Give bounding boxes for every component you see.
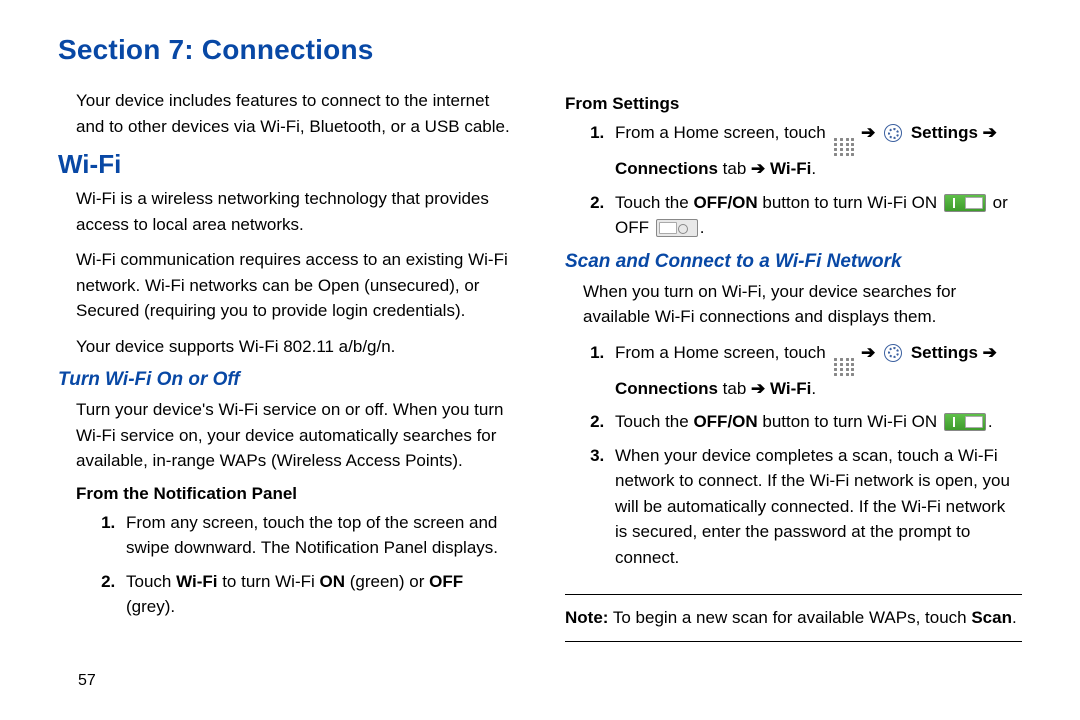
page-number: 57 — [78, 672, 96, 690]
gear-icon — [884, 124, 902, 142]
text: (green) or — [345, 572, 429, 591]
text: (grey). — [126, 597, 175, 616]
list-item: From any screen, touch the top of the sc… — [120, 510, 515, 561]
text: . — [811, 159, 816, 178]
scan-paragraph: When you turn on Wi-Fi, your device sear… — [565, 279, 1022, 330]
text: to turn Wi-Fi — [217, 572, 319, 591]
text: . — [811, 379, 816, 398]
from-notification-heading: From the Notification Panel — [58, 484, 515, 504]
text: button to turn Wi-Fi ON — [758, 193, 942, 212]
scan-steps: From a Home screen, touch ➔ Settings ➔ C… — [565, 340, 1022, 571]
wifi-heading: Wi-Fi — [58, 149, 515, 180]
scan-connect-heading: Scan and Connect to a Wi-Fi Network — [565, 251, 1022, 273]
turn-wifi-paragraph: Turn your device's Wi-Fi service on or o… — [58, 397, 515, 474]
text-bold: OFF/ON — [693, 193, 757, 212]
list-item: From a Home screen, touch ➔ Settings ➔ C… — [609, 120, 1022, 182]
toggle-off-icon — [656, 219, 698, 237]
text-bold: ON — [320, 572, 346, 591]
left-column: Your device includes features to connect… — [58, 88, 515, 642]
note-block: Note: To begin a new scan for available … — [565, 594, 1022, 642]
arrow-icon: ➔ — [856, 343, 880, 362]
apps-grid-icon — [834, 358, 854, 376]
text-bold: Scan — [971, 608, 1012, 627]
text: From a Home screen, touch — [615, 343, 830, 362]
list-item: Touch the OFF/ON button to turn Wi-Fi ON… — [609, 409, 1022, 435]
two-column-layout: Your device includes features to connect… — [58, 88, 1022, 642]
list-item: Touch the OFF/ON button to turn Wi-Fi ON… — [609, 190, 1022, 241]
text: button to turn Wi-Fi ON — [758, 412, 942, 431]
notification-steps: From any screen, touch the top of the sc… — [58, 510, 515, 620]
text-bold: Wi-Fi — [176, 572, 217, 591]
list-item: From a Home screen, touch ➔ Settings ➔ C… — [609, 340, 1022, 402]
turn-wifi-heading: Turn Wi-Fi On or Off — [58, 369, 515, 391]
text-bold: OFF — [429, 572, 463, 591]
note-label: Note: — [565, 608, 608, 627]
text: Touch — [126, 572, 176, 591]
toggle-on-icon — [944, 413, 986, 431]
text-bold: Wi-Fi — [770, 379, 811, 398]
apps-grid-icon — [834, 138, 854, 156]
list-item: Touch Wi-Fi to turn Wi-Fi ON (green) or … — [120, 569, 515, 620]
text: tab — [718, 379, 751, 398]
wifi-p3: Your device supports Wi-Fi 802.11 a/b/g/… — [58, 334, 515, 360]
arrow-icon: ➔ — [751, 159, 770, 178]
toggle-on-icon — [944, 194, 986, 212]
text: . — [700, 218, 705, 237]
settings-steps: From a Home screen, touch ➔ Settings ➔ C… — [565, 120, 1022, 241]
text: To begin a new scan for available WAPs, … — [608, 608, 971, 627]
intro-paragraph: Your device includes features to connect… — [58, 88, 515, 139]
right-column: From Settings From a Home screen, touch … — [565, 88, 1022, 642]
arrow-icon: ➔ — [856, 123, 880, 142]
gear-icon — [884, 344, 902, 362]
section-title: Section 7: Connections — [58, 34, 1022, 66]
text: Touch the — [615, 412, 693, 431]
wifi-p2: Wi-Fi communication requires access to a… — [58, 247, 515, 324]
from-settings-heading: From Settings — [565, 94, 1022, 114]
list-item: When your device completes a scan, touch… — [609, 443, 1022, 571]
arrow-icon: ➔ — [751, 379, 770, 398]
text: tab — [718, 159, 751, 178]
text: From a Home screen, touch — [615, 123, 830, 142]
wifi-p1: Wi-Fi is a wireless networking technolog… — [58, 186, 515, 237]
text-bold: Wi-Fi — [770, 159, 811, 178]
text: . — [988, 412, 993, 431]
text-bold: OFF/ON — [693, 412, 757, 431]
text: . — [1012, 608, 1017, 627]
text: Touch the — [615, 193, 693, 212]
